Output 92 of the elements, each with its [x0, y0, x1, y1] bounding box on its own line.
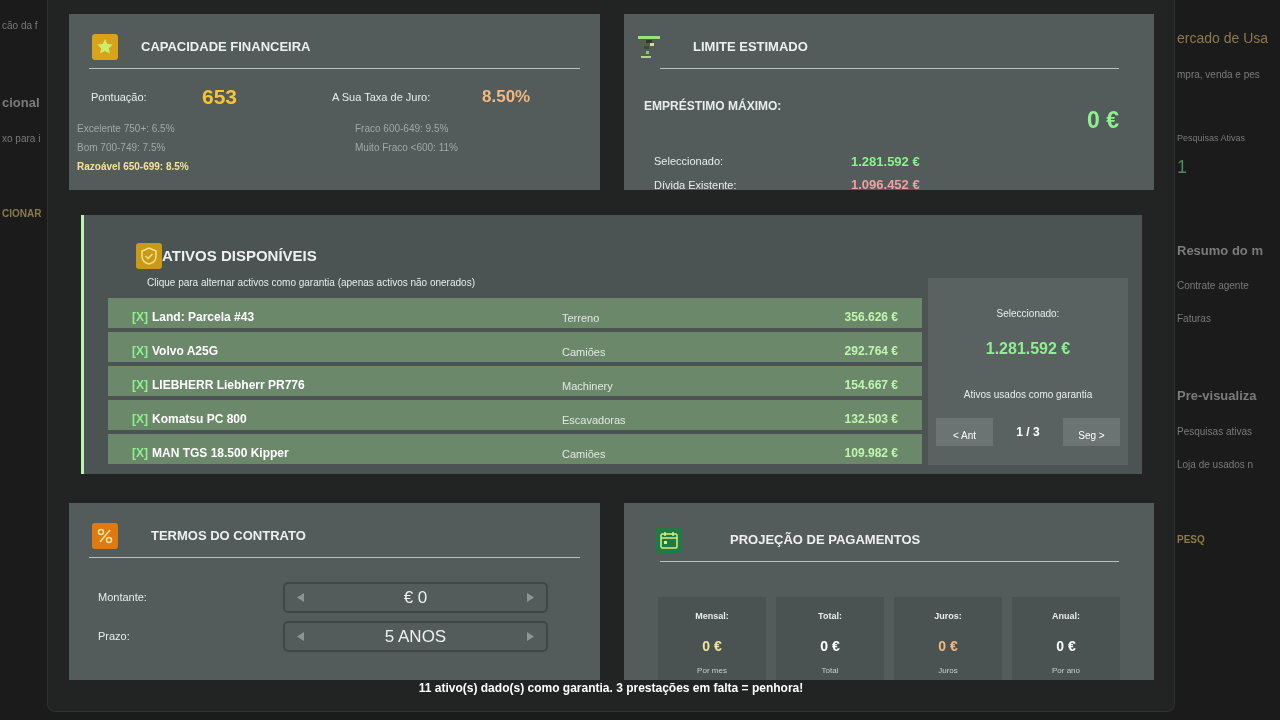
asset-row[interactable]: [X] Land: Parcela #43 Terreno 356.626 €	[108, 298, 922, 328]
rate-tier-label: Razoável 650-699: 8.5%	[77, 159, 190, 174]
tile-value: 0 €	[820, 636, 840, 656]
background-text: ercado de Usa	[1177, 29, 1269, 48]
stepper-field[interactable]: € 0	[283, 582, 548, 613]
score-value: 653	[202, 84, 239, 110]
limit-label: Dívida Existente:	[654, 177, 738, 193]
asset-category: Escavadoras	[562, 412, 627, 428]
rate-label: A Sua Taxa de Juro:	[332, 89, 432, 105]
background-text: xo para i	[2, 131, 41, 146]
card-title: LIMITE ESTIMADO	[693, 38, 808, 57]
asset-marker: [X]	[132, 343, 148, 360]
asset-marker: [X]	[132, 411, 148, 428]
rate-value: 8.50%	[482, 86, 531, 108]
card-title: PROJEÇÃO DE PAGAMENTOS	[730, 531, 921, 550]
card-title: TERMOS DO CONTRATO	[151, 527, 306, 546]
background-text: Pre-visualiza	[1177, 387, 1257, 405]
limit-label: Seleccionado:	[654, 154, 725, 169]
asset-row[interactable]: [X] MAN TGS 18.500 Kipper Camiões 109.982 €	[108, 434, 922, 464]
field-label: Prazo:	[98, 629, 131, 645]
asset-marker: [X]	[132, 377, 148, 394]
background-text: cão da f	[2, 19, 38, 33]
warning-message: 11 ativo(s) dado(s) como garantia. 3 prestações em falta = penhora!	[418, 680, 804, 697]
asset-category: Terreno	[562, 310, 601, 326]
summary-caption: Ativos usados como garantia	[963, 388, 1093, 402]
tile-label: Juros:	[934, 610, 962, 623]
calendar-icon	[656, 527, 682, 553]
rate-tier-label: Fraco 600-649: 9.5%	[355, 121, 450, 136]
asset-category: Machinery	[562, 378, 614, 394]
tile-caption: Total	[821, 664, 839, 677]
tile-label: Anual:	[1052, 610, 1080, 623]
tile-label: Total:	[818, 610, 842, 623]
asset-marker: [X]	[132, 445, 148, 462]
left-arrow-icon	[297, 593, 304, 602]
asset-value: 292.764 €	[844, 343, 898, 360]
background-text: Faturas	[1177, 312, 1211, 326]
background-text: Pesquisas ativas	[1177, 424, 1253, 439]
tile-caption: Juros	[938, 664, 958, 677]
summary-total: 1.281.592 €	[985, 339, 1071, 359]
pixel-icon	[636, 34, 662, 60]
rate-tier-label: Excelente 750+: 6.5%	[77, 121, 176, 136]
asset-name: LIEBHERR Liebherr PR776	[152, 377, 306, 394]
percent-icon	[91, 523, 118, 549]
max-loan-label: EMPRÉSTIMO MÁXIMO:	[644, 97, 782, 115]
assets-hint: Clique para alternar activos como garantia (apenas activos não onerados)	[147, 276, 476, 290]
field-label: Montante:	[98, 590, 148, 606]
asset-name: Land: Parcela #43	[152, 309, 256, 326]
card-title: CAPACIDADE FINANCEIRA	[141, 38, 311, 57]
background-text: Pesquisas Ativas	[1177, 132, 1246, 145]
page-indicator: 1 / 3	[1016, 424, 1040, 441]
tile-caption: Por ano	[1052, 664, 1080, 677]
asset-value: 154.667 €	[844, 377, 898, 394]
asset-name: Komatsu PC 800	[152, 411, 248, 428]
rate-tier-label: Muito Fraco <600: 11%	[355, 140, 459, 155]
background-text: cional	[2, 94, 40, 112]
asset-row[interactable]: [X] LIEBHERR Liebherr PR776 Machinery 154.667 €	[108, 366, 922, 396]
right-arrow-icon	[527, 593, 534, 602]
tile-caption: Por mes	[697, 664, 727, 677]
background-text: Contrate agente	[1177, 279, 1249, 293]
background-text: 1	[1177, 155, 1187, 179]
tile-value: 0 €	[702, 636, 722, 656]
background-text: PESQ	[1177, 532, 1205, 547]
summary-label: Seleccionado:	[996, 307, 1060, 321]
asset-name: MAN TGS 18.500 Kipper	[152, 445, 290, 462]
previous-button[interactable]: < Ant	[936, 418, 993, 446]
background-text: Resumo do m	[1177, 241, 1263, 260]
background-text: mpra, venda e pes	[1177, 68, 1260, 82]
card-title: ATIVOS DISPONÍVEIS	[162, 245, 317, 266]
next-button[interactable]: Seg >	[1063, 418, 1120, 446]
asset-row[interactable]: [X] Volvo A25G Camiões 292.764 €	[108, 332, 922, 362]
limit-value: 1.096.452 €	[851, 176, 920, 194]
right-arrow-icon	[527, 632, 534, 641]
tile-value: 0 €	[938, 636, 958, 656]
asset-name: Volvo A25G	[152, 343, 220, 360]
asset-value: 132.503 €	[844, 411, 898, 428]
stepper-field[interactable]: 5 ANOS	[283, 621, 548, 652]
max-loan-value: 0 €	[1087, 106, 1119, 135]
asset-category: Camiões	[562, 344, 607, 360]
tile-label: Mensal:	[695, 610, 729, 623]
asset-marker: [X]	[132, 309, 148, 326]
limit-value: 1.281.592 €	[851, 152, 920, 171]
shield-check-icon	[136, 243, 162, 269]
background-text: CIONAR	[2, 206, 42, 221]
asset-category: Camiões	[562, 446, 607, 462]
tile-value: 0 €	[1056, 636, 1076, 656]
asset-value: 356.626 €	[844, 309, 898, 326]
background-text: Loja de usados n	[1177, 457, 1254, 472]
left-arrow-icon	[297, 632, 304, 641]
asset-value: 109.982 €	[844, 445, 898, 462]
asset-row[interactable]: [X] Komatsu PC 800 Escavadoras 132.503 €	[108, 400, 922, 430]
rate-tier-label: Bom 700-749: 7.5%	[77, 140, 167, 155]
score-label: Pontuação:	[91, 89, 148, 105]
